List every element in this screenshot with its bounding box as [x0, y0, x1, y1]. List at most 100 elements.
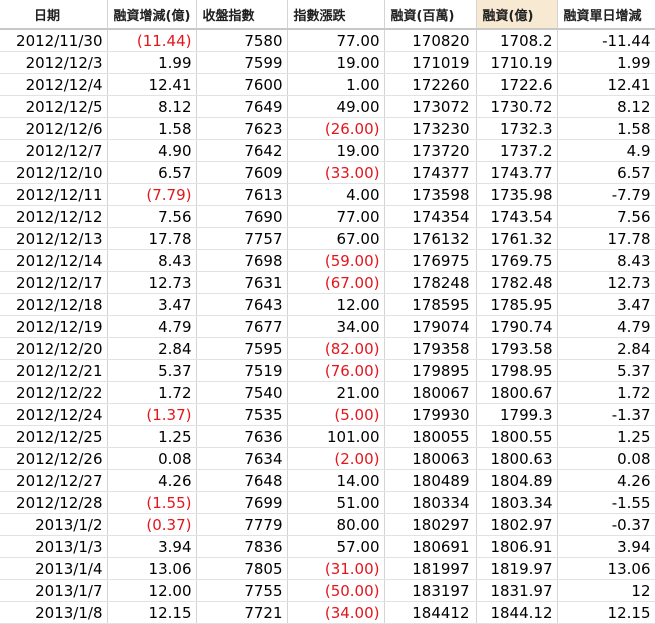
cell-date[interactable]: 2012/12/21 [0, 359, 108, 382]
cell-date[interactable]: 2012/12/13 [0, 227, 108, 250]
cell-index-change[interactable]: (34.00) [287, 601, 385, 624]
cell-index-change[interactable]: (31.00) [287, 557, 385, 580]
cell-close-index[interactable]: 7609 [196, 161, 288, 184]
cell-daily-change[interactable]: -11.44 [557, 29, 655, 52]
cell-margin-change[interactable]: 2.84 [107, 337, 197, 360]
cell-index-change[interactable]: 57.00 [287, 535, 385, 558]
cell-margin-millions[interactable]: 179358 [384, 337, 477, 360]
cell-close-index[interactable]: 7642 [196, 139, 288, 162]
cell-date[interactable]: 2012/12/28 [0, 491, 108, 514]
cell-close-index[interactable]: 7580 [196, 29, 288, 52]
cell-date[interactable]: 2012/12/6 [0, 117, 108, 140]
cell-margin-100m[interactable]: 1743.54 [476, 205, 558, 228]
cell-margin-millions[interactable]: 171019 [384, 51, 477, 74]
cell-daily-change[interactable]: 2.84 [557, 337, 655, 360]
col-header-daily-change[interactable]: 融資單日增減 [557, 0, 655, 30]
cell-close-index[interactable]: 7836 [196, 535, 288, 558]
cell-margin-change[interactable]: (1.37) [107, 403, 197, 426]
cell-margin-millions[interactable]: 180691 [384, 535, 477, 558]
cell-index-change[interactable]: 77.00 [287, 205, 385, 228]
cell-index-change[interactable]: (59.00) [287, 249, 385, 272]
cell-margin-millions[interactable]: 173598 [384, 183, 477, 206]
cell-daily-change[interactable]: 17.78 [557, 227, 655, 250]
cell-index-change[interactable]: 14.00 [287, 469, 385, 492]
cell-index-change[interactable]: 21.00 [287, 381, 385, 404]
cell-margin-millions[interactable]: 180297 [384, 513, 477, 536]
cell-margin-change[interactable]: 8.12 [107, 95, 197, 118]
cell-margin-100m[interactable]: 1802.97 [476, 513, 558, 536]
cell-date[interactable]: 2013/1/8 [0, 601, 108, 624]
cell-date[interactable]: 2012/12/20 [0, 337, 108, 360]
cell-margin-100m[interactable]: 1790.74 [476, 315, 558, 338]
col-header-index-change[interactable]: 指數漲跌 [287, 0, 385, 30]
col-header-margin-millions[interactable]: 融資(百萬) [384, 0, 477, 30]
cell-date[interactable]: 2012/12/5 [0, 95, 108, 118]
cell-margin-change[interactable]: 17.78 [107, 227, 197, 250]
cell-daily-change[interactable]: 4.26 [557, 469, 655, 492]
cell-margin-millions[interactable]: 178595 [384, 293, 477, 316]
cell-date[interactable]: 2013/1/7 [0, 579, 108, 602]
cell-margin-100m[interactable]: 1799.3 [476, 403, 558, 426]
cell-date[interactable]: 2012/12/27 [0, 469, 108, 492]
cell-margin-millions[interactable]: 174354 [384, 205, 477, 228]
cell-close-index[interactable]: 7599 [196, 51, 288, 74]
cell-index-change[interactable]: (67.00) [287, 271, 385, 294]
cell-close-index[interactable]: 7698 [196, 249, 288, 272]
cell-daily-change[interactable]: 12.15 [557, 601, 655, 624]
cell-daily-change[interactable]: 12.73 [557, 271, 655, 294]
cell-margin-100m[interactable]: 1800.67 [476, 381, 558, 404]
cell-close-index[interactable]: 7757 [196, 227, 288, 250]
col-header-margin-change[interactable]: 融資增減(億) [107, 0, 197, 30]
cell-margin-change[interactable]: 8.43 [107, 249, 197, 272]
col-header-margin-100m[interactable]: 融資(億) [476, 0, 558, 30]
cell-margin-change[interactable]: 4.26 [107, 469, 197, 492]
cell-index-change[interactable]: 80.00 [287, 513, 385, 536]
cell-margin-millions[interactable]: 173720 [384, 139, 477, 162]
cell-daily-change[interactable]: 3.94 [557, 535, 655, 558]
cell-date[interactable]: 2012/12/22 [0, 381, 108, 404]
col-header-date[interactable]: 日期 [0, 0, 108, 30]
cell-margin-100m[interactable]: 1710.19 [476, 51, 558, 74]
cell-margin-100m[interactable]: 1708.2 [476, 29, 558, 52]
cell-close-index[interactable]: 7690 [196, 205, 288, 228]
cell-margin-change[interactable]: (11.44) [107, 29, 197, 52]
cell-margin-change[interactable]: (7.79) [107, 183, 197, 206]
cell-close-index[interactable]: 7643 [196, 293, 288, 316]
cell-margin-100m[interactable]: 1732.3 [476, 117, 558, 140]
cell-margin-millions[interactable]: 173230 [384, 117, 477, 140]
cell-date[interactable]: 2012/12/24 [0, 403, 108, 426]
cell-close-index[interactable]: 7648 [196, 469, 288, 492]
cell-daily-change[interactable]: 4.79 [557, 315, 655, 338]
cell-daily-change[interactable]: 1.58 [557, 117, 655, 140]
cell-date[interactable]: 2012/12/3 [0, 51, 108, 74]
cell-margin-millions[interactable]: 184412 [384, 601, 477, 624]
cell-margin-change[interactable]: 3.94 [107, 535, 197, 558]
cell-margin-100m[interactable]: 1831.97 [476, 579, 558, 602]
cell-margin-millions[interactable]: 179930 [384, 403, 477, 426]
cell-index-change[interactable]: 12.00 [287, 293, 385, 316]
cell-index-change[interactable]: 34.00 [287, 315, 385, 338]
cell-date[interactable]: 2012/12/11 [0, 183, 108, 206]
cell-margin-100m[interactable]: 1819.97 [476, 557, 558, 580]
cell-close-index[interactable]: 7631 [196, 271, 288, 294]
cell-margin-change[interactable]: 12.00 [107, 579, 197, 602]
cell-close-index[interactable]: 7699 [196, 491, 288, 514]
cell-date[interactable]: 2012/12/12 [0, 205, 108, 228]
cell-daily-change[interactable]: 13.06 [557, 557, 655, 580]
cell-margin-100m[interactable]: 1743.77 [476, 161, 558, 184]
cell-margin-100m[interactable]: 1806.91 [476, 535, 558, 558]
cell-close-index[interactable]: 7779 [196, 513, 288, 536]
cell-date[interactable]: 2012/12/25 [0, 425, 108, 448]
cell-margin-change[interactable]: 1.25 [107, 425, 197, 448]
cell-daily-change[interactable]: 1.99 [557, 51, 655, 74]
cell-margin-change[interactable]: 13.06 [107, 557, 197, 580]
cell-margin-millions[interactable]: 170820 [384, 29, 477, 52]
cell-margin-millions[interactable]: 180489 [384, 469, 477, 492]
cell-margin-change[interactable]: 0.08 [107, 447, 197, 470]
cell-index-change[interactable]: (2.00) [287, 447, 385, 470]
cell-index-change[interactable]: 101.00 [287, 425, 385, 448]
cell-daily-change[interactable]: 7.56 [557, 205, 655, 228]
cell-margin-100m[interactable]: 1844.12 [476, 601, 558, 624]
cell-margin-millions[interactable]: 180063 [384, 447, 477, 470]
cell-index-change[interactable]: (26.00) [287, 117, 385, 140]
